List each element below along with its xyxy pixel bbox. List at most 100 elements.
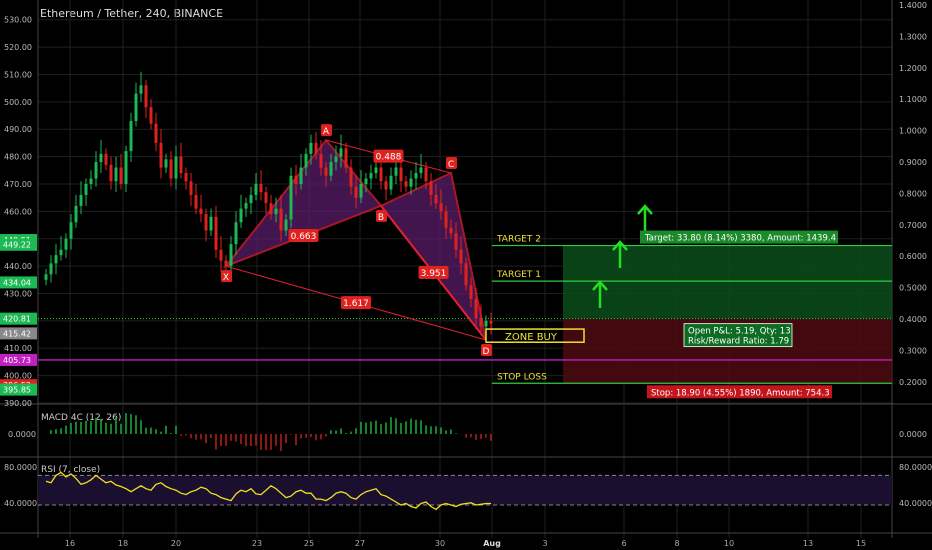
x-tick-label: 8	[674, 539, 679, 548]
candle-body	[364, 178, 368, 184]
ratio-label: 0.488	[376, 153, 402, 163]
y-tick-label: 440.00	[4, 262, 32, 271]
candle-body	[189, 181, 193, 195]
candle-body	[394, 167, 398, 176]
candle-body	[449, 227, 453, 234]
y-tick-label: 390.00	[4, 399, 32, 408]
candle-body	[484, 320, 488, 327]
candle-body	[239, 208, 243, 223]
price-badge-label: 420.81	[3, 315, 31, 324]
x-tick-label: 13	[803, 539, 813, 548]
y-tick-label-right: 1.3000	[899, 32, 927, 41]
candle-body	[434, 194, 438, 204]
candle-body	[64, 238, 68, 250]
x-tick-label: 25	[304, 539, 314, 548]
rsi-y-tick-right: 40.0000	[899, 499, 932, 508]
candle-body	[254, 183, 258, 195]
price-badge-label: 415.42	[3, 329, 31, 338]
ratio-label: 0.663	[291, 232, 317, 242]
candle-body	[234, 222, 238, 245]
y-tick-label: 410.00	[4, 344, 32, 353]
harmonic-point-label: X	[223, 273, 229, 283]
harmonic-point-label: B	[378, 213, 384, 223]
candle-body	[159, 142, 163, 168]
trading-chart[interactable]: 530.00 520.00 510.00 500.00 490.00 480.00 470.…	[0, 0, 932, 550]
ratio-label: 3.951	[421, 269, 447, 279]
candle-body	[169, 159, 173, 179]
candle-body	[269, 203, 273, 215]
candle-body	[89, 178, 93, 184]
candle-body	[54, 255, 58, 264]
candle-body	[319, 153, 323, 168]
level-label: TARGET 1	[496, 270, 541, 280]
candle-body	[84, 183, 88, 195]
stop-label: Stop: 18.90 (4.55%) 1890, Amount: 754.3	[651, 388, 830, 398]
candle-body	[139, 85, 143, 94]
candle-body	[104, 153, 108, 165]
y-tick-label-right: 0.6000	[899, 252, 927, 261]
candle-body	[119, 167, 123, 184]
y-tick-label-right: 1.1000	[899, 95, 927, 104]
candle-body	[79, 194, 83, 206]
candle-body	[329, 162, 333, 176]
x-tick-label: 16	[65, 539, 75, 548]
y-tick-label: 490.00	[4, 125, 32, 134]
harmonic-point-label: C	[448, 160, 454, 170]
y-tick-label-right: 0.9000	[899, 158, 927, 167]
price-badge-label: 449.22	[3, 241, 31, 250]
macd-title: MACD 4C (12, 26)	[41, 413, 121, 423]
candle-body	[359, 183, 363, 198]
candle-body	[349, 167, 353, 187]
candle-body	[94, 162, 98, 179]
price-badge-label: 434.04	[3, 278, 31, 287]
candle-body	[454, 233, 458, 250]
candle-body	[134, 93, 138, 121]
candle-body	[429, 181, 433, 195]
candle-body	[479, 318, 483, 327]
y-tick-label: 530.00	[4, 16, 32, 25]
x-tick-label: 20	[171, 539, 181, 548]
y-tick-label-right: 1.2000	[899, 64, 927, 73]
y-tick-label: 510.00	[4, 70, 32, 79]
harmonic-point-label: A	[323, 127, 330, 137]
rsi-band	[38, 475, 892, 505]
candle-body	[344, 148, 348, 168]
y-tick-label: 430.00	[4, 289, 32, 298]
candle-body	[289, 175, 293, 220]
candle-body	[339, 148, 343, 157]
zone-buy-label: ZONE BUY	[505, 332, 558, 343]
macd-y-tick: 0.0000	[8, 430, 36, 439]
candle-body	[399, 167, 403, 182]
candle-body	[404, 181, 408, 187]
y-tick-label: 480.00	[4, 153, 32, 162]
y-tick-label-right: 0.3000	[899, 346, 927, 355]
x-tick-label: 23	[252, 539, 262, 548]
rsi-y-tick: 80.0000	[4, 463, 37, 472]
candle-body	[129, 120, 133, 152]
candle-body	[424, 167, 428, 182]
y-tick-label-right: 1.0000	[899, 127, 927, 136]
rsi-y-tick-right: 80.0000	[899, 463, 932, 472]
candle-body	[224, 260, 228, 267]
candle-body	[259, 183, 263, 193]
candle-body	[369, 173, 373, 179]
candle-body	[459, 249, 463, 264]
candle-body	[109, 164, 113, 182]
candle-body	[49, 263, 53, 275]
candle-body	[439, 203, 443, 212]
target-zone	[563, 245, 892, 319]
candle-body	[99, 153, 103, 163]
candle-body	[69, 222, 73, 239]
candle-body	[244, 203, 248, 209]
candle-body	[374, 167, 378, 174]
x-tick-label: 18	[118, 539, 128, 548]
candle-body	[474, 298, 478, 319]
candle-body	[384, 181, 388, 190]
x-tick-label: Aug	[483, 539, 501, 548]
candle-body	[414, 173, 418, 179]
pnl-label: Open P&L: 5.19, Qty: 13	[688, 327, 791, 337]
candle-body	[409, 178, 413, 187]
candle-body	[154, 123, 158, 143]
candle-body	[199, 208, 203, 215]
harmonic-xab-triangle	[222, 138, 383, 269]
